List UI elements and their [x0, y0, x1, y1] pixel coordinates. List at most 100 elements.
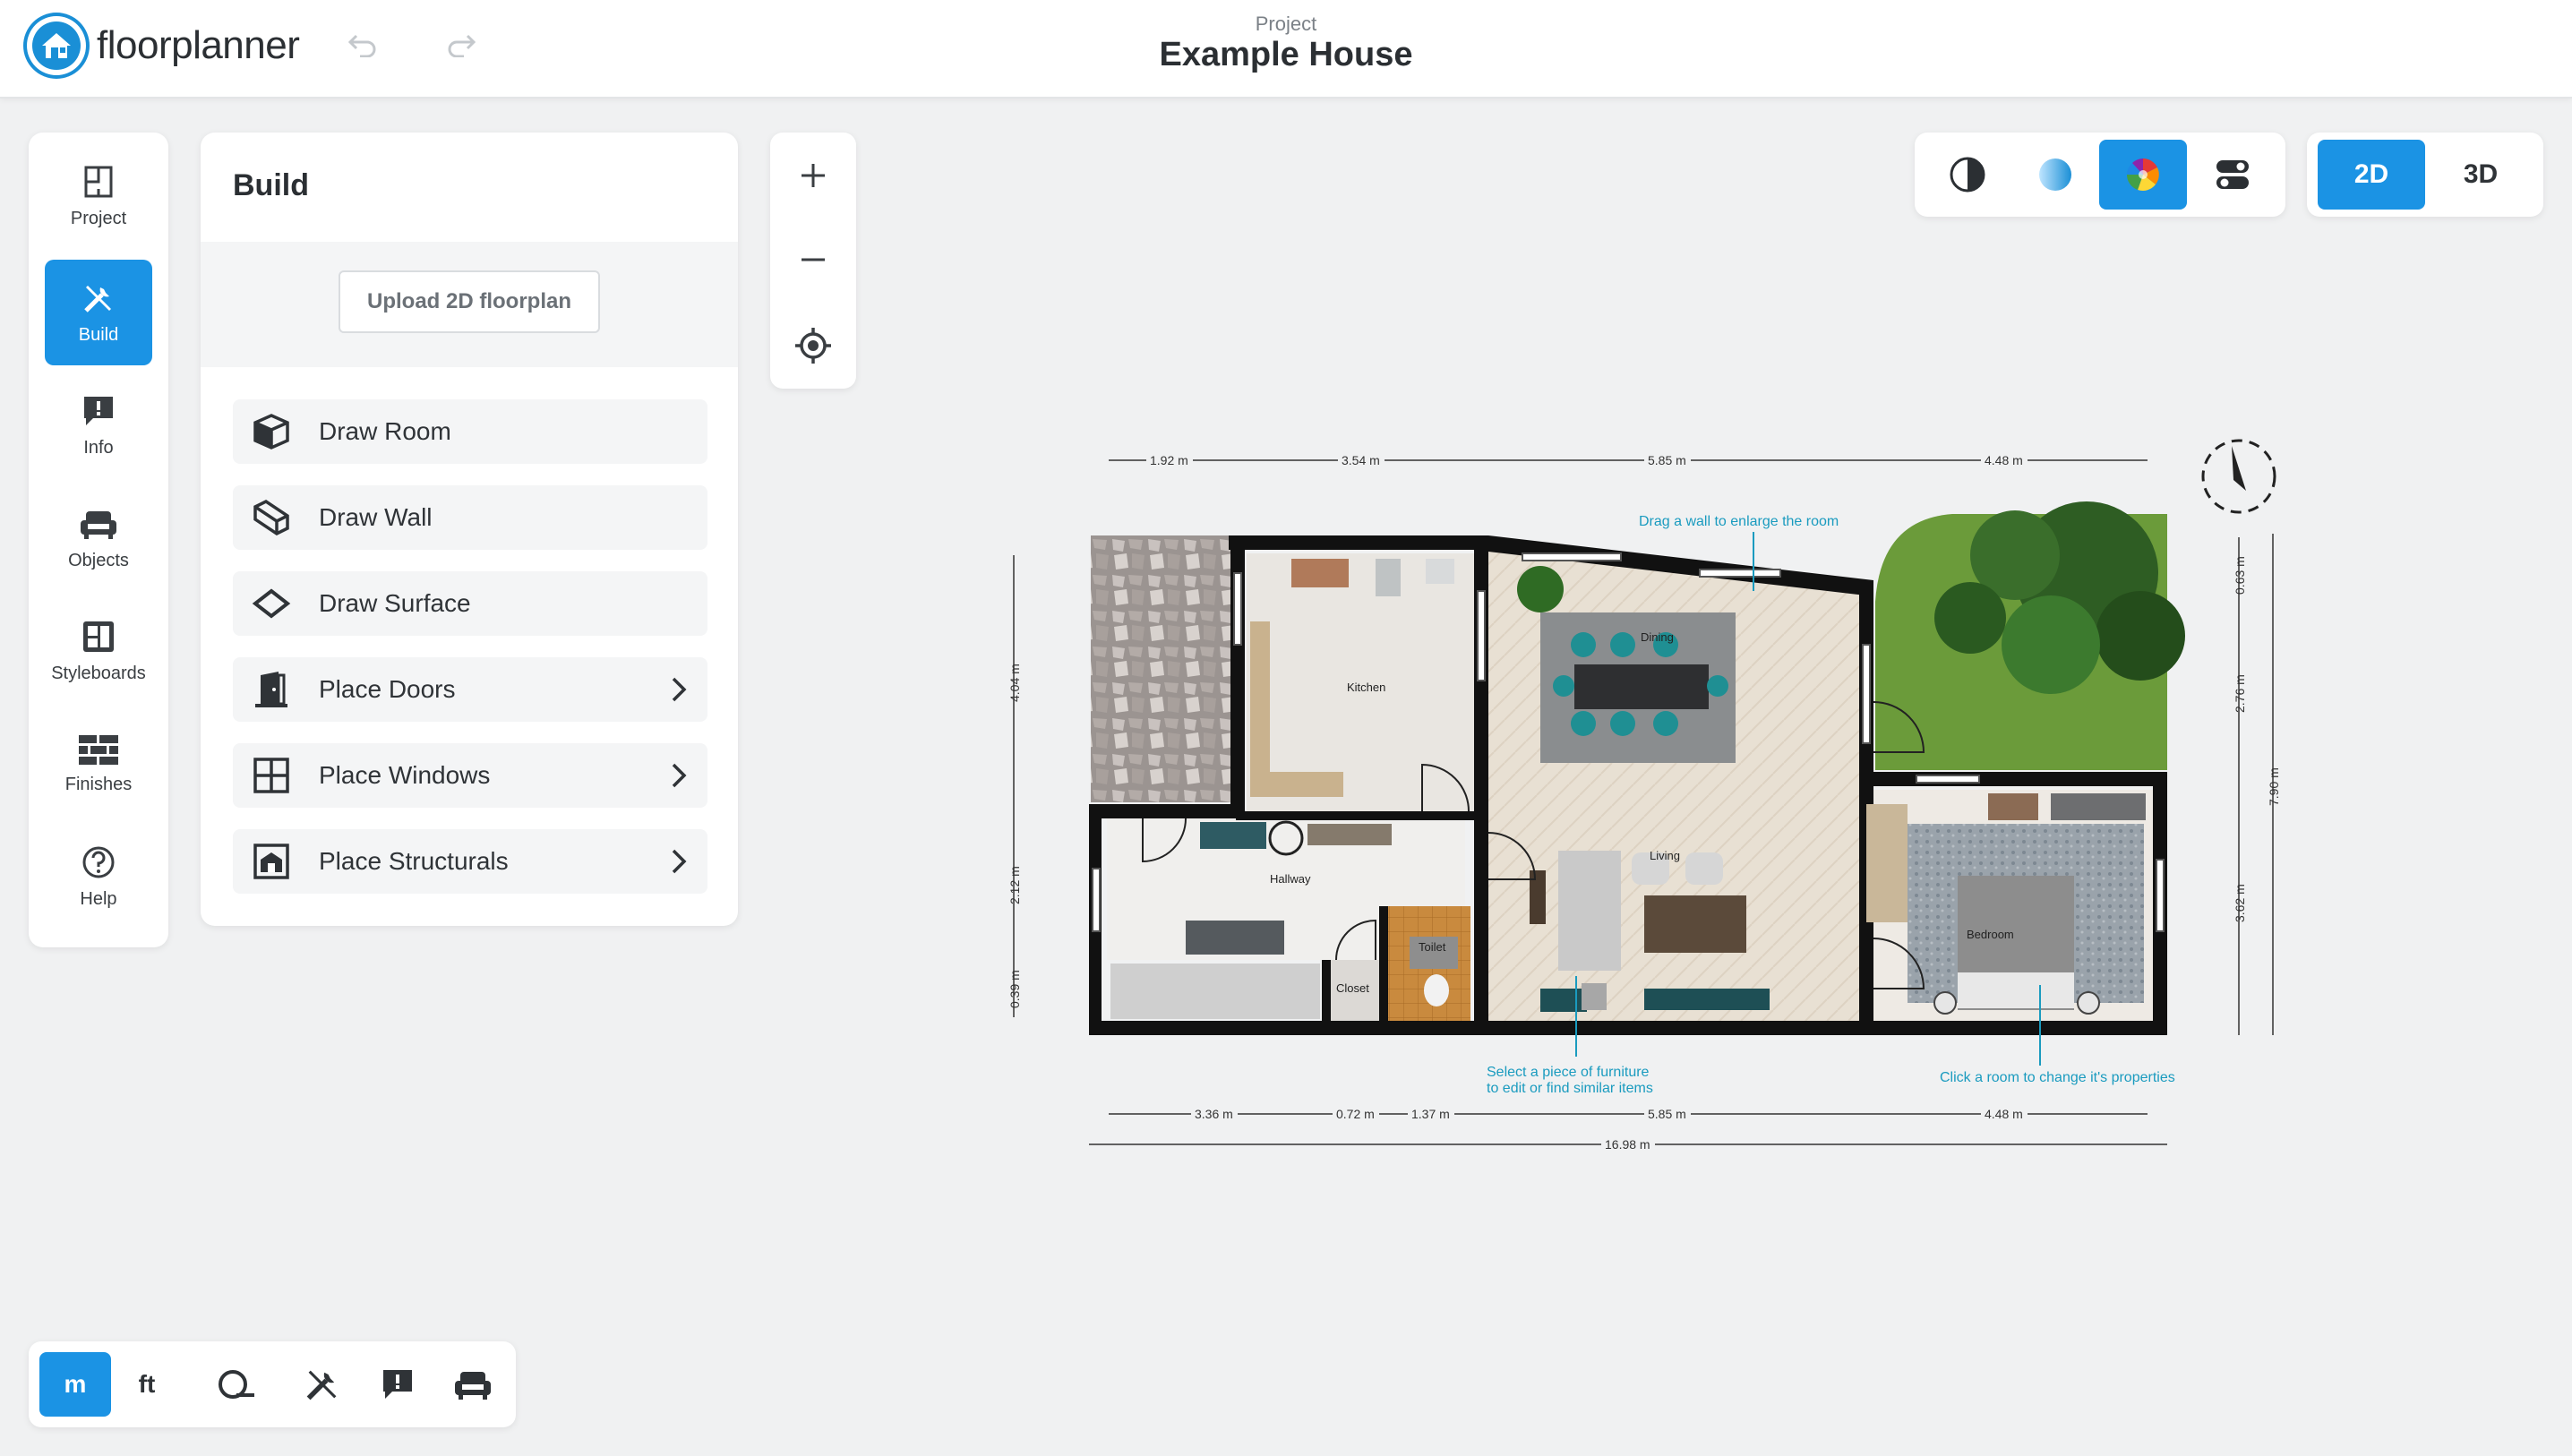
svg-text:5.85 m: 5.85 m [1648, 1107, 1686, 1121]
dimension-labels-left: 4.04 m 2.12 m 0.39 m [1007, 664, 1022, 1008]
project-icon [84, 166, 113, 197]
room-label-dining: Dining [1641, 630, 1674, 644]
nav-item-styleboards[interactable]: Styleboards [45, 598, 152, 704]
tools-icon [306, 1370, 337, 1400]
svg-text:0.63 m: 0.63 m [2233, 556, 2247, 595]
minus-icon [802, 258, 825, 261]
plus-icon [802, 164, 825, 187]
svg-text:1.92 m: 1.92 m [1150, 453, 1188, 467]
svg-text:4.48 m: 4.48 m [1985, 1107, 2023, 1121]
blueprint-style-button[interactable] [2011, 140, 2099, 210]
tool-label: Draw Room [319, 417, 451, 445]
help-icon [82, 846, 115, 878]
toggle-settings-icon [2216, 160, 2249, 189]
recenter-button[interactable] [779, 312, 847, 380]
chevron-right-icon [672, 677, 687, 702]
place-windows-button[interactable]: Place Windows [233, 743, 707, 808]
door-icon [255, 672, 287, 707]
svg-text:3.36 m: 3.36 m [1195, 1107, 1233, 1121]
room-label-hallway: Hallway [1270, 872, 1311, 886]
svg-text:2.76 m: 2.76 m [2233, 674, 2247, 713]
svg-text:Click a room to change it's pr: Click a room to change it's properties [1940, 1070, 2175, 1085]
bottom-toolbar: m ft [29, 1341, 516, 1427]
nav-label: Info [83, 437, 114, 458]
styleboard-icon [83, 621, 114, 652]
svg-text:to edit or find similar items: to edit or find similar items [1487, 1081, 1653, 1096]
tool-label: Draw Surface [319, 589, 471, 617]
build-tools-button[interactable] [287, 1352, 358, 1417]
unit-metric-button[interactable]: m [39, 1352, 111, 1417]
stone-terrace[interactable] [1091, 535, 1232, 802]
measure-button[interactable] [201, 1352, 272, 1417]
tool-label: Draw Wall [319, 503, 433, 531]
nav-label: Objects [68, 550, 129, 570]
window-icon [253, 758, 289, 793]
nav-item-info[interactable]: Info [45, 373, 152, 478]
crosshair-icon [795, 328, 831, 364]
cube-icon [253, 414, 289, 450]
view-2d-button[interactable]: 2D [2318, 140, 2425, 210]
svg-text:4.04 m: 4.04 m [1007, 664, 1022, 702]
draw-surface-button[interactable]: Draw Surface [233, 571, 707, 636]
blueprint-icon [2039, 158, 2071, 191]
room-label-bedroom: Bedroom [1967, 928, 2014, 941]
tools-icon [84, 285, 111, 313]
display-settings-button[interactable] [2189, 140, 2276, 210]
room-label-kitchen: Kitchen [1347, 681, 1385, 694]
zoom-in-button[interactable] [779, 141, 847, 210]
place-structurals-button[interactable]: Place Structurals [233, 829, 707, 894]
place-doors-button[interactable]: Place Doors [233, 657, 707, 722]
chevron-right-icon [672, 763, 687, 788]
surface-icon [252, 588, 291, 619]
contrast-icon [1950, 157, 1985, 193]
draw-room-button[interactable]: Draw Room [233, 399, 707, 464]
svg-text:3.54 m: 3.54 m [1342, 453, 1380, 467]
unit-imperial-button[interactable]: ft [111, 1352, 183, 1417]
tool-label: Place Doors [319, 675, 456, 703]
dimension-labels-bottom: 3.36 m 0.72 m 1.37 m 5.85 m 4.48 m 16.98… [1191, 1105, 2028, 1153]
build-panel-title: Build [233, 168, 309, 202]
svg-text:5.85 m: 5.85 m [1648, 453, 1686, 467]
nav-item-objects[interactable]: Objects [45, 485, 152, 591]
room-label-closet: Closet [1336, 981, 1369, 995]
color-style-button[interactable] [2099, 140, 2187, 210]
nav-label: Help [80, 888, 117, 909]
floor-plan-canvas[interactable]: Kitchen Dining Living Hallway Toilet Clo… [985, 421, 2284, 1173]
dimension-total: 16.98 m [1605, 1137, 1650, 1152]
contrast-style-button[interactable] [1924, 140, 2011, 210]
nav-item-build[interactable]: Build [45, 260, 152, 365]
info-button[interactable] [362, 1352, 433, 1417]
compass-icon[interactable] [2201, 439, 2276, 514]
project-label: Project [1255, 13, 1317, 35]
svg-text:0.72 m: 0.72 m [1336, 1107, 1375, 1121]
svg-text:4.48 m: 4.48 m [1985, 453, 2023, 467]
nav-item-project[interactable]: Project [45, 143, 152, 249]
brick-icon [79, 734, 118, 765]
chevron-right-icon [672, 849, 687, 874]
room-label-toilet: Toilet [1419, 940, 1446, 954]
draw-wall-button[interactable]: Draw Wall [233, 485, 707, 550]
view-mode-toggle: 2D 3D [2307, 133, 2543, 217]
svg-text:7.90 m: 7.90 m [2267, 767, 2281, 806]
svg-text:Select a piece of furniture: Select a piece of furniture [1487, 1065, 1650, 1080]
sofa-icon [455, 1372, 491, 1400]
svg-text:Drag a wall to enlarge the roo: Drag a wall to enlarge the room [1639, 514, 1839, 529]
svg-text:3.62 m: 3.62 m [2233, 884, 2247, 922]
upload-floorplan-button[interactable]: Upload 2D floorplan [339, 270, 600, 333]
nav-item-finishes[interactable]: Finishes [45, 711, 152, 817]
nav-label: Project [70, 208, 127, 228]
tape-measure-icon [219, 1370, 254, 1399]
objects-button[interactable] [437, 1352, 509, 1417]
project-title[interactable]: Example House [0, 36, 2572, 74]
room-label-living: Living [1650, 849, 1680, 862]
sofa-icon [81, 510, 116, 539]
nav-item-help[interactable]: Help [45, 824, 152, 929]
top-bar: floorplanner Project Example House [0, 0, 2572, 98]
view-3d-button[interactable]: 3D [2427, 140, 2534, 210]
color-icon [2127, 158, 2159, 191]
structural-icon [253, 844, 289, 879]
nav-label: Styleboards [51, 663, 146, 683]
zoom-out-button[interactable] [779, 226, 847, 294]
nav-label: Build [78, 324, 119, 345]
svg-text:0.39 m: 0.39 m [1007, 970, 1022, 1008]
